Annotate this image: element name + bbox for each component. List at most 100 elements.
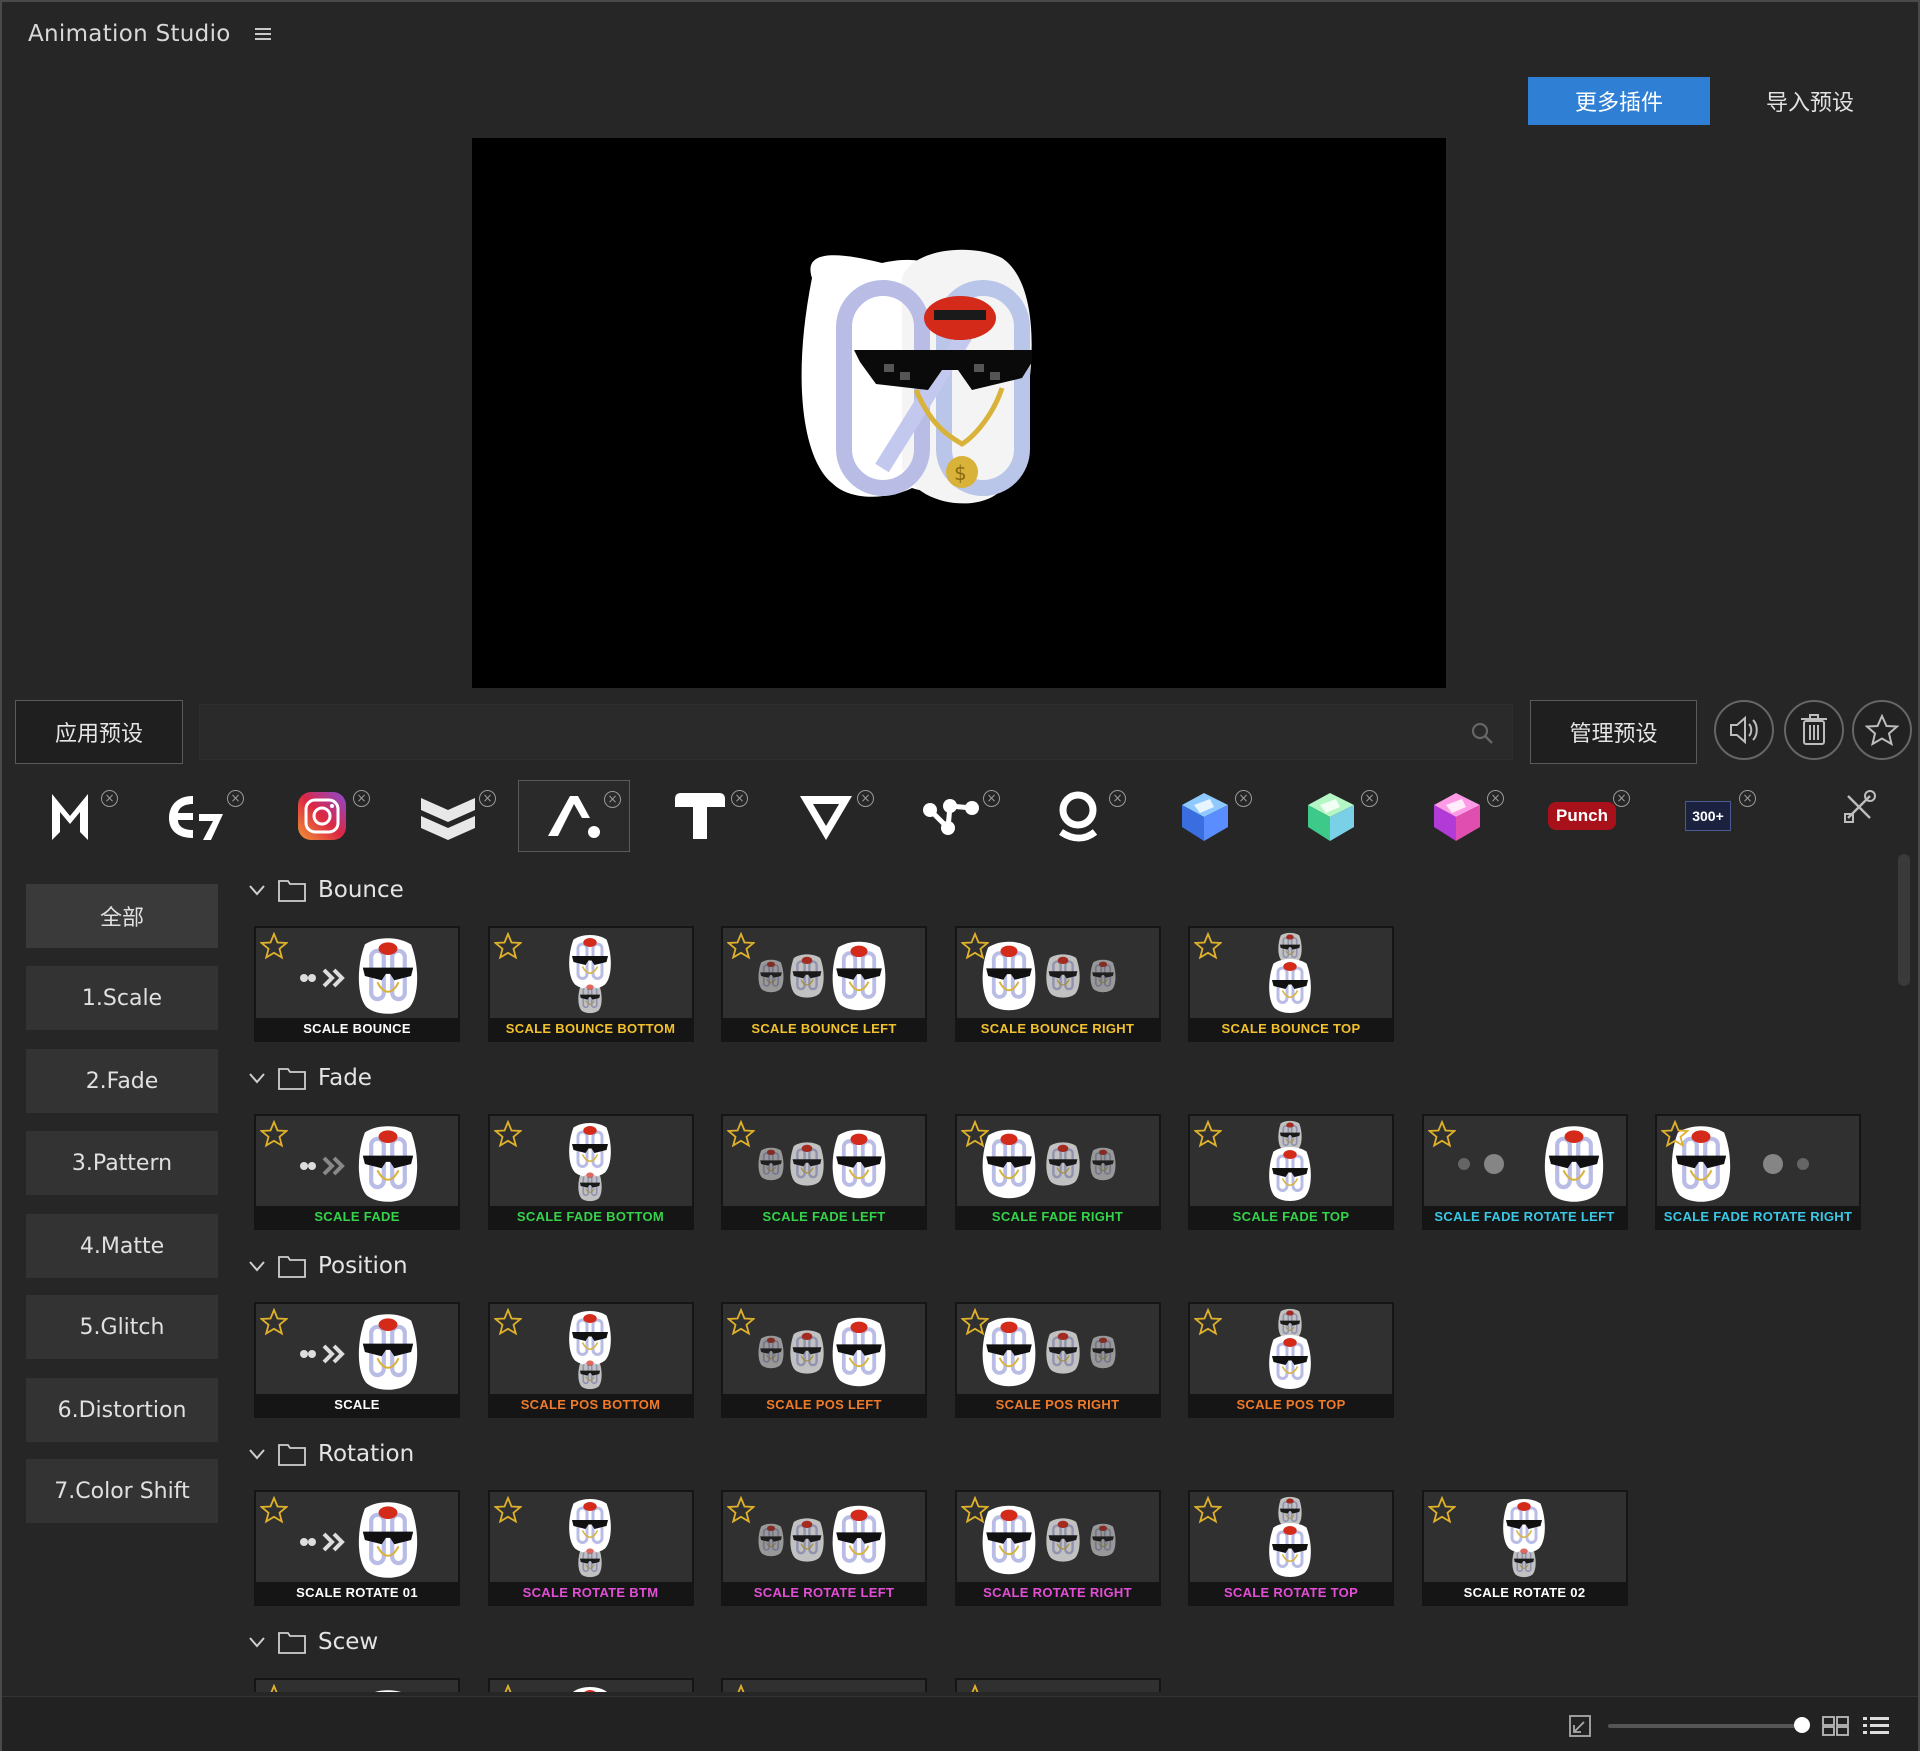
plugin-t-tab[interactable]: × bbox=[644, 780, 756, 852]
plugin-o-tab[interactable]: × bbox=[1022, 780, 1134, 852]
remove-plugin-icon[interactable]: × bbox=[1109, 790, 1126, 807]
plugin-camera-tab[interactable]: × bbox=[266, 780, 378, 852]
preset-tile[interactable]: SCALE POS TOP bbox=[1188, 1302, 1394, 1418]
remove-plugin-icon[interactable]: × bbox=[1739, 790, 1756, 807]
sidebar-item-colorshift[interactable]: 7.Color Shift bbox=[26, 1459, 218, 1523]
preset-tile[interactable] bbox=[721, 1678, 927, 1692]
favorite-star-icon[interactable] bbox=[1426, 1119, 1457, 1148]
favorite-star-icon[interactable] bbox=[726, 931, 756, 960]
favorite-star-icon[interactable] bbox=[1193, 931, 1223, 960]
favorite-star-icon[interactable] bbox=[726, 1495, 756, 1524]
preset-tile[interactable]: SCALE ROTATE LEFT bbox=[721, 1490, 927, 1606]
preset-tile[interactable]: SCALE FADE TOP bbox=[1188, 1114, 1394, 1230]
sidebar-item-fade[interactable]: 2.Fade bbox=[26, 1049, 218, 1113]
preset-tile[interactable]: SCALE ROTATE 02 bbox=[1421, 1490, 1628, 1606]
favorite-star-icon[interactable] bbox=[492, 1495, 523, 1524]
remove-plugin-icon[interactable]: × bbox=[101, 790, 118, 807]
plugin-e7-tab[interactable]: × bbox=[140, 780, 252, 852]
group-header-position[interactable]: Position bbox=[248, 1246, 408, 1286]
sidebar-item-glitch[interactable]: 5.Glitch bbox=[26, 1295, 218, 1359]
group-header-fade[interactable]: Fade bbox=[248, 1058, 372, 1098]
preset-tile[interactable]: SCALE BOUNCE TOP bbox=[1188, 926, 1394, 1042]
favorite-star-icon[interactable] bbox=[260, 1683, 288, 1692]
hamburger-menu-icon[interactable] bbox=[253, 26, 273, 42]
favorite-star-icon[interactable] bbox=[1426, 1495, 1457, 1524]
preset-tile[interactable]: SCALE FADE ROTATE RIGHT bbox=[1655, 1114, 1861, 1230]
tools-icon[interactable] bbox=[1842, 788, 1878, 824]
favorite-star-icon[interactable] bbox=[959, 1307, 990, 1336]
preset-tile[interactable]: SCALE FADE LEFT bbox=[721, 1114, 927, 1230]
preset-tile[interactable]: SCALE FADE BOTTOM bbox=[487, 1114, 694, 1230]
favorite-star-icon[interactable] bbox=[1193, 1495, 1223, 1524]
delete-button[interactable] bbox=[1784, 700, 1844, 760]
preset-tile[interactable]: SCALE POS LEFT bbox=[721, 1302, 927, 1418]
plugin-cube-blue-tab[interactable]: × bbox=[1148, 780, 1260, 852]
favorite-star-icon[interactable] bbox=[492, 931, 523, 960]
preset-tile[interactable]: SCALE BOUNCE LEFT bbox=[721, 926, 927, 1042]
group-header-scew[interactable]: Scew bbox=[248, 1622, 378, 1662]
remove-plugin-icon[interactable]: × bbox=[604, 791, 621, 808]
manage-presets-button[interactable]: 管理预设 bbox=[1530, 700, 1697, 764]
favorite-star-icon[interactable] bbox=[259, 931, 289, 960]
remove-plugin-icon[interactable]: × bbox=[857, 790, 874, 807]
preset-tile[interactable] bbox=[487, 1678, 694, 1692]
plugin-dots-tab[interactable]: × bbox=[896, 780, 1008, 852]
preset-tile[interactable]: SCALE BOUNCE bbox=[254, 926, 460, 1042]
plugin-v-tab[interactable]: × bbox=[770, 780, 882, 852]
search-input[interactable] bbox=[200, 705, 1512, 759]
favorite-star-icon[interactable] bbox=[727, 1683, 755, 1692]
plugin-cube-green-tab[interactable]: × bbox=[1274, 780, 1386, 852]
favorite-star-icon[interactable] bbox=[1193, 1307, 1223, 1336]
remove-plugin-icon[interactable]: × bbox=[983, 790, 1000, 807]
favorite-button[interactable] bbox=[1852, 700, 1912, 760]
plugin-chevrons-tab[interactable]: × bbox=[392, 780, 504, 852]
favorite-star-icon[interactable] bbox=[959, 1495, 990, 1524]
favorite-star-icon[interactable] bbox=[492, 1119, 523, 1148]
favorite-star-icon[interactable] bbox=[961, 1683, 989, 1692]
favorite-star-icon[interactable] bbox=[1660, 1119, 1690, 1148]
sidebar-item-pattern[interactable]: 3.Pattern bbox=[26, 1131, 218, 1195]
preset-tile[interactable]: SCALE BOUNCE BOTTOM bbox=[487, 926, 694, 1042]
preset-tile[interactable]: SCALE FADE ROTATE LEFT bbox=[1421, 1114, 1628, 1230]
group-header-bounce[interactable]: Bounce bbox=[248, 870, 404, 910]
plugin-300-tab[interactable]: 300+ × bbox=[1652, 780, 1764, 852]
preset-tile[interactable] bbox=[954, 1678, 1161, 1692]
zoom-slider-track[interactable] bbox=[1608, 1724, 1804, 1728]
preset-tile[interactable]: SCALE BOUNCE RIGHT bbox=[954, 926, 1161, 1042]
fit-icon[interactable] bbox=[1568, 1714, 1592, 1738]
favorite-star-icon[interactable] bbox=[726, 1119, 756, 1148]
preset-tile[interactable]: SCALE FADE RIGHT bbox=[954, 1114, 1161, 1230]
preset-tile[interactable]: SCALE bbox=[254, 1302, 460, 1418]
preset-tile[interactable]: SCALE POS BOTTOM bbox=[487, 1302, 694, 1418]
preset-tile[interactable]: SCALE POS RIGHT bbox=[954, 1302, 1161, 1418]
favorite-star-icon[interactable] bbox=[959, 931, 990, 960]
preset-tile[interactable]: SCALE ROTATE TOP bbox=[1188, 1490, 1394, 1606]
search-icon[interactable] bbox=[1470, 721, 1494, 745]
zoom-slider-knob[interactable] bbox=[1794, 1717, 1810, 1733]
favorite-star-icon[interactable] bbox=[259, 1307, 289, 1336]
remove-plugin-icon[interactable]: × bbox=[227, 790, 244, 807]
preset-tile[interactable]: SCALE ROTATE BTM bbox=[487, 1490, 694, 1606]
remove-plugin-icon[interactable]: × bbox=[1613, 790, 1630, 807]
plugin-punch-tab[interactable]: Punch × bbox=[1526, 780, 1638, 852]
favorite-star-icon[interactable] bbox=[726, 1307, 756, 1336]
sidebar-item-all[interactable]: 全部 bbox=[26, 884, 218, 948]
scrollbar-thumb[interactable] bbox=[1898, 854, 1910, 986]
remove-plugin-icon[interactable]: × bbox=[731, 790, 748, 807]
favorite-star-icon[interactable] bbox=[492, 1307, 523, 1336]
preset-tile[interactable]: SCALE ROTATE RIGHT bbox=[954, 1490, 1161, 1606]
remove-plugin-icon[interactable]: × bbox=[1235, 790, 1252, 807]
group-header-rotation[interactable]: Rotation bbox=[248, 1434, 414, 1474]
import-presets-button[interactable]: 导入预设 bbox=[1740, 77, 1880, 125]
favorite-star-icon[interactable] bbox=[959, 1119, 990, 1148]
plugin-a-active-tab[interactable]: × bbox=[518, 780, 630, 852]
plugin-m-tab[interactable]: × bbox=[14, 780, 126, 852]
list-view-icon[interactable] bbox=[1862, 1714, 1890, 1738]
remove-plugin-icon[interactable]: × bbox=[479, 790, 496, 807]
favorite-star-icon[interactable] bbox=[259, 1495, 289, 1524]
more-plugins-button[interactable]: 更多插件 bbox=[1528, 77, 1710, 125]
preset-tile[interactable] bbox=[254, 1678, 460, 1692]
preset-tile[interactable]: SCALE ROTATE 01 bbox=[254, 1490, 460, 1606]
preset-tile[interactable]: SCALE FADE bbox=[254, 1114, 460, 1230]
grid-view-icon[interactable] bbox=[1822, 1714, 1850, 1738]
